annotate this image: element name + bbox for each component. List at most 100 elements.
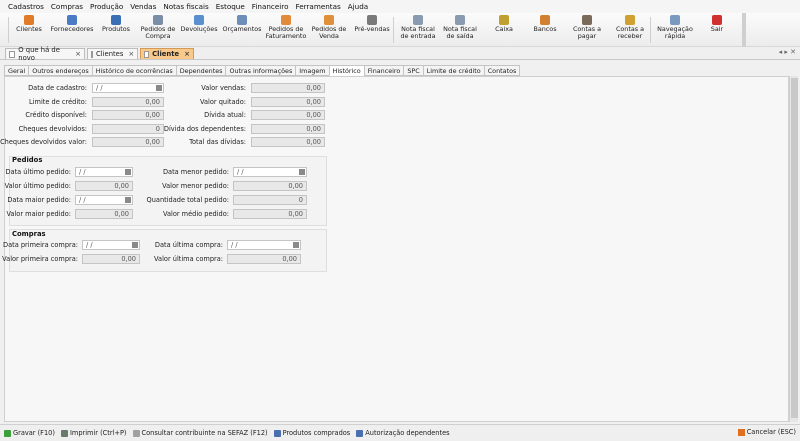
calendar-icon[interactable] xyxy=(299,169,305,175)
toolbar-button-0[interactable]: Clientes xyxy=(14,15,44,46)
date-field[interactable]: / / xyxy=(92,83,164,93)
field-value: / / xyxy=(231,241,238,249)
field-label: Data maior pedido: xyxy=(7,196,71,204)
tab-page-icon xyxy=(91,50,93,58)
close-icon[interactable]: × xyxy=(128,50,134,58)
field-value: 0,00 xyxy=(306,111,321,119)
toolbar-button-7[interactable]: Pedidos de Venda xyxy=(310,15,348,46)
vertical-scrollbar[interactable] xyxy=(789,76,798,422)
calendar-icon[interactable] xyxy=(125,197,131,203)
toolbar-button-14[interactable]: Contas a receber xyxy=(613,15,647,46)
subtab-4[interactable]: Outras informações xyxy=(225,65,296,76)
scroll-thumb[interactable] xyxy=(791,78,798,418)
subtab-9[interactable]: Limite de crédito xyxy=(422,65,484,76)
cancel-icon xyxy=(737,428,745,436)
print-icon xyxy=(60,429,68,437)
calendar-icon[interactable] xyxy=(293,242,299,248)
field-label: Data menor pedido: xyxy=(162,168,229,176)
menu-item-5[interactable]: Estoque xyxy=(216,2,245,11)
calendar-icon[interactable] xyxy=(125,169,131,175)
menu-item-7[interactable]: Ferramentas xyxy=(295,2,340,11)
tab-navigation-arrows[interactable]: ◂ ▸ ✕ xyxy=(779,48,796,56)
date-field[interactable]: / / xyxy=(75,195,133,205)
menu-item-4[interactable]: Notas fiscais xyxy=(163,2,208,11)
status-button-0[interactable]: Gravar (F10) xyxy=(4,429,55,437)
toolbar-button-16[interactable]: Sair xyxy=(705,15,729,46)
date-field[interactable]: / / xyxy=(227,240,301,250)
suppliers-icon xyxy=(67,15,77,25)
field-label: Dívida atual: xyxy=(204,111,246,119)
status-label: Produtos comprados xyxy=(282,429,351,437)
close-icon[interactable]: × xyxy=(75,50,81,58)
toolbar-button-6[interactable]: Pedidos de Faturamento xyxy=(263,15,309,46)
date-field[interactable]: / / xyxy=(82,240,140,250)
menu-item-1[interactable]: Compras xyxy=(51,2,83,11)
subtab-8[interactable]: SPC xyxy=(403,65,423,76)
toolbar-label: Devoluções xyxy=(180,25,218,33)
pre-sales-icon xyxy=(367,15,377,25)
doc-tab-label: O que há de novo xyxy=(18,46,60,62)
subtab-7[interactable]: Financeiro xyxy=(363,65,404,76)
value-field: 0,00 xyxy=(92,110,164,120)
close-icon[interactable]: × xyxy=(184,50,190,58)
status-button-3[interactable]: Produtos comprados xyxy=(273,429,351,437)
billing-orders-icon xyxy=(281,15,291,25)
status-label: Imprimir (Ctrl+P) xyxy=(69,429,127,437)
doc-tab-2[interactable]: Cliente × xyxy=(140,48,194,59)
toolbar-label: Pedidos de Faturamento xyxy=(265,25,307,40)
field-label: Data última compra: xyxy=(154,241,223,249)
value-field: 0,00 xyxy=(251,123,325,134)
toolbar-button-12[interactable]: Bancos xyxy=(530,15,560,46)
doc-tab-1[interactable]: Clientes × xyxy=(87,48,138,59)
toolbar-button-1[interactable]: Fornecedores xyxy=(50,15,94,46)
toolbar-label: Pré-vendas xyxy=(354,25,390,33)
toolbar-button-4[interactable]: Devoluções xyxy=(180,15,218,46)
calendar-icon[interactable] xyxy=(156,85,162,91)
date-field[interactable]: / / xyxy=(75,167,133,177)
toolbar-button-9[interactable]: Nota fiscal de entrada xyxy=(398,15,438,46)
doc-tab-0[interactable]: O que há de novo × xyxy=(5,46,85,62)
toolbar-button-15[interactable]: Navegação rápida xyxy=(654,15,696,46)
sales-orders-icon xyxy=(324,15,334,25)
menu-bar: Cadastros Compras Produção Vendas Notas fisc… xyxy=(0,0,800,13)
toolbar-label: Pedidos de Compra xyxy=(140,25,176,40)
status-button-4[interactable]: Autorização dependentes xyxy=(356,429,450,437)
field-label: Data de cadastro: xyxy=(28,84,87,92)
toolbar-button-11[interactable]: Caixa xyxy=(489,15,519,46)
lightbulb-icon xyxy=(132,429,140,437)
subtab-10[interactable]: Contatos xyxy=(483,65,521,76)
field-label: Dívida dos dependentes: xyxy=(163,124,246,133)
value-field: 0,00 xyxy=(251,137,325,147)
toolbar-button-3[interactable]: Pedidos de Compra xyxy=(140,15,176,46)
field-label: Quantidade total pedido: xyxy=(146,196,229,204)
menu-item-3[interactable]: Vendas xyxy=(130,2,156,11)
menu-item-8[interactable]: Ajuda xyxy=(348,2,368,11)
menu-item-2[interactable]: Produção xyxy=(90,2,123,11)
subtab-0[interactable]: Geral xyxy=(4,65,29,76)
cancel-button[interactable]: Cancelar (ESC) xyxy=(737,428,796,436)
field-value: / / xyxy=(79,168,86,176)
subtab-5[interactable]: Imagem xyxy=(295,65,329,76)
status-button-1[interactable]: Imprimir (Ctrl+P) xyxy=(60,429,127,437)
toolbar-button-13[interactable]: Contas a pagar xyxy=(569,15,605,46)
subtab-1[interactable]: Outros endereços xyxy=(28,65,92,76)
field-value: 0 xyxy=(155,124,160,133)
status-bar: Gravar (F10) Imprimir (Ctrl+P) Consultar c… xyxy=(0,424,800,441)
subtab-3[interactable]: Dependentes xyxy=(175,65,226,76)
toolbar-button-5[interactable]: Orçamentos xyxy=(222,15,262,46)
field-label: Valor médio pedido: xyxy=(162,210,229,218)
menu-item-6[interactable]: Financeiro xyxy=(252,2,289,11)
toolbar-button-10[interactable]: Nota fiscal de saída xyxy=(440,15,480,46)
subtab-6[interactable]: Histórico xyxy=(328,65,364,76)
toolbar: Clientes Fornecedores Produtos Pedidos de C… xyxy=(0,13,800,47)
document-tabs: O que há de novo × Clientes × Cliente × xyxy=(0,46,800,62)
toolbar-label: Fornecedores xyxy=(50,25,94,33)
calendar-icon[interactable] xyxy=(132,242,138,248)
menu-item-0[interactable]: Cadastros xyxy=(8,2,44,11)
subtab-2[interactable]: Histórico de ocorrências xyxy=(91,65,176,76)
date-field[interactable]: / / xyxy=(233,167,307,177)
toolbar-label: Caixa xyxy=(495,25,513,33)
toolbar-button-2[interactable]: Produtos xyxy=(99,15,133,46)
status-button-2[interactable]: Consultar contribuinte na SEFAZ (F12) xyxy=(132,429,268,437)
toolbar-button-8[interactable]: Pré-vendas xyxy=(353,15,391,46)
